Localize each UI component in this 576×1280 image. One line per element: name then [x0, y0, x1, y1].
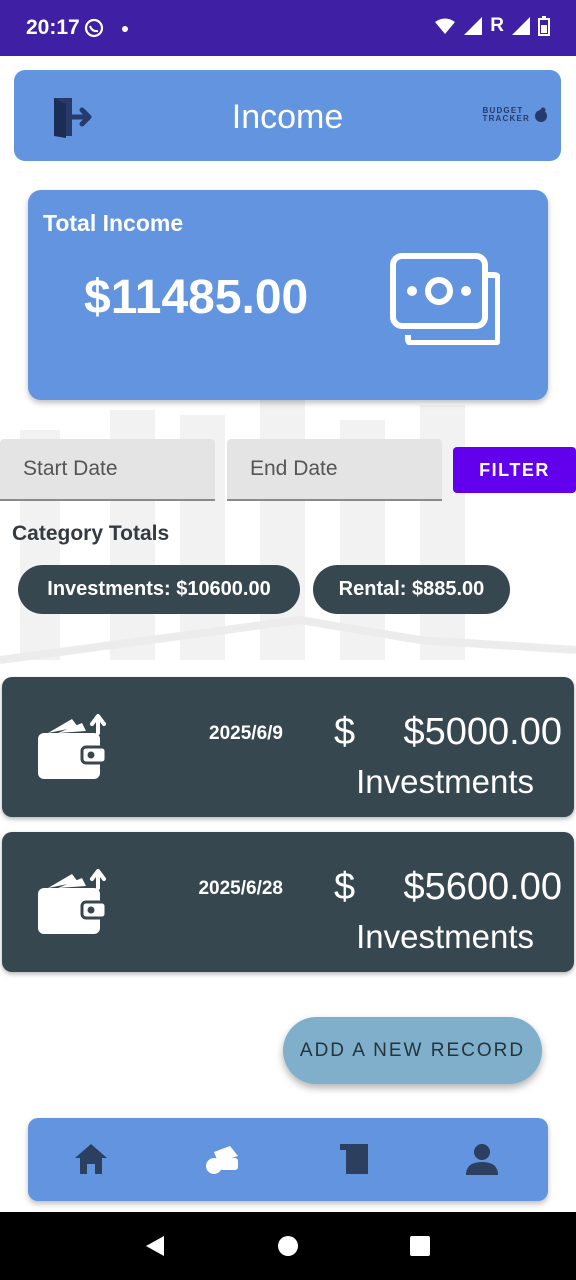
end-date-input[interactable]: End Date — [227, 439, 442, 501]
system-icons: R — [434, 15, 550, 37]
income-icon[interactable] — [204, 1142, 240, 1178]
network-label: R — [490, 15, 504, 36]
total-income-amount: $11485.00 — [84, 271, 309, 324]
income-record[interactable]: 2025/6/28 $ $5600.00 Investments — [2, 832, 574, 972]
total-income-card: Total Income $11485.00 — [28, 190, 548, 400]
budget-tracker-logo: BUDGET TRACKER — [482, 107, 549, 123]
category-totals-heading: Category Totals — [12, 522, 170, 545]
record-currency-symbol: $ — [334, 711, 356, 753]
record-currency-symbol: $ — [334, 866, 356, 908]
background-chart-decoration — [0, 400, 576, 664]
end-date-placeholder: End Date — [250, 457, 338, 480]
status-time: 20:17 — [26, 16, 80, 39]
record-category: Investments — [356, 918, 534, 955]
bottom-navigation — [28, 1118, 548, 1201]
logo-line-2: TRACKER — [482, 114, 530, 123]
start-date-placeholder: Start Date — [23, 457, 118, 480]
page-title: Income — [231, 98, 344, 136]
home-icon[interactable] — [73, 1142, 109, 1178]
notification-icons — [84, 17, 132, 44]
income-record[interactable]: 2025/6/9 $ $5000.00 Investments — [2, 677, 574, 817]
battery-icon — [538, 16, 550, 36]
records-icon[interactable] — [336, 1142, 372, 1178]
wallet-icon — [38, 713, 110, 788]
home-button-icon[interactable] — [277, 1234, 299, 1263]
money-icon — [390, 253, 501, 350]
record-date: 2025/6/9 — [209, 723, 283, 744]
system-navigation-bar — [0, 1212, 576, 1280]
status-bar: 20:17 R — [0, 0, 576, 56]
signal-icon — [464, 17, 483, 35]
record-date: 2025/6/28 — [198, 878, 283, 899]
wifi-icon — [435, 18, 456, 34]
record-amount: $5000.00 — [403, 711, 563, 753]
filter-button[interactable]: FILTER — [453, 447, 576, 493]
total-income-label: Total Income — [43, 210, 184, 236]
record-amount: $5600.00 — [403, 866, 563, 908]
record-category: Investments — [356, 763, 534, 800]
add-record-button[interactable]: ADD A NEW RECORD — [283, 1017, 542, 1084]
recent-apps-icon[interactable] — [409, 1234, 431, 1263]
start-date-input[interactable]: Start Date — [0, 439, 215, 501]
back-icon[interactable] — [144, 1234, 166, 1263]
app-header: Income BUDGET TRACKER — [14, 70, 561, 161]
piggy-bank-icon — [535, 107, 547, 122]
category-chip-rental[interactable]: Rental: $885.00 — [313, 565, 510, 614]
profile-icon[interactable] — [464, 1142, 500, 1178]
category-chip-investments[interactable]: Investments: $10600.00 — [18, 565, 300, 614]
wallet-icon — [38, 868, 110, 943]
signal-icon-2 — [512, 17, 530, 35]
